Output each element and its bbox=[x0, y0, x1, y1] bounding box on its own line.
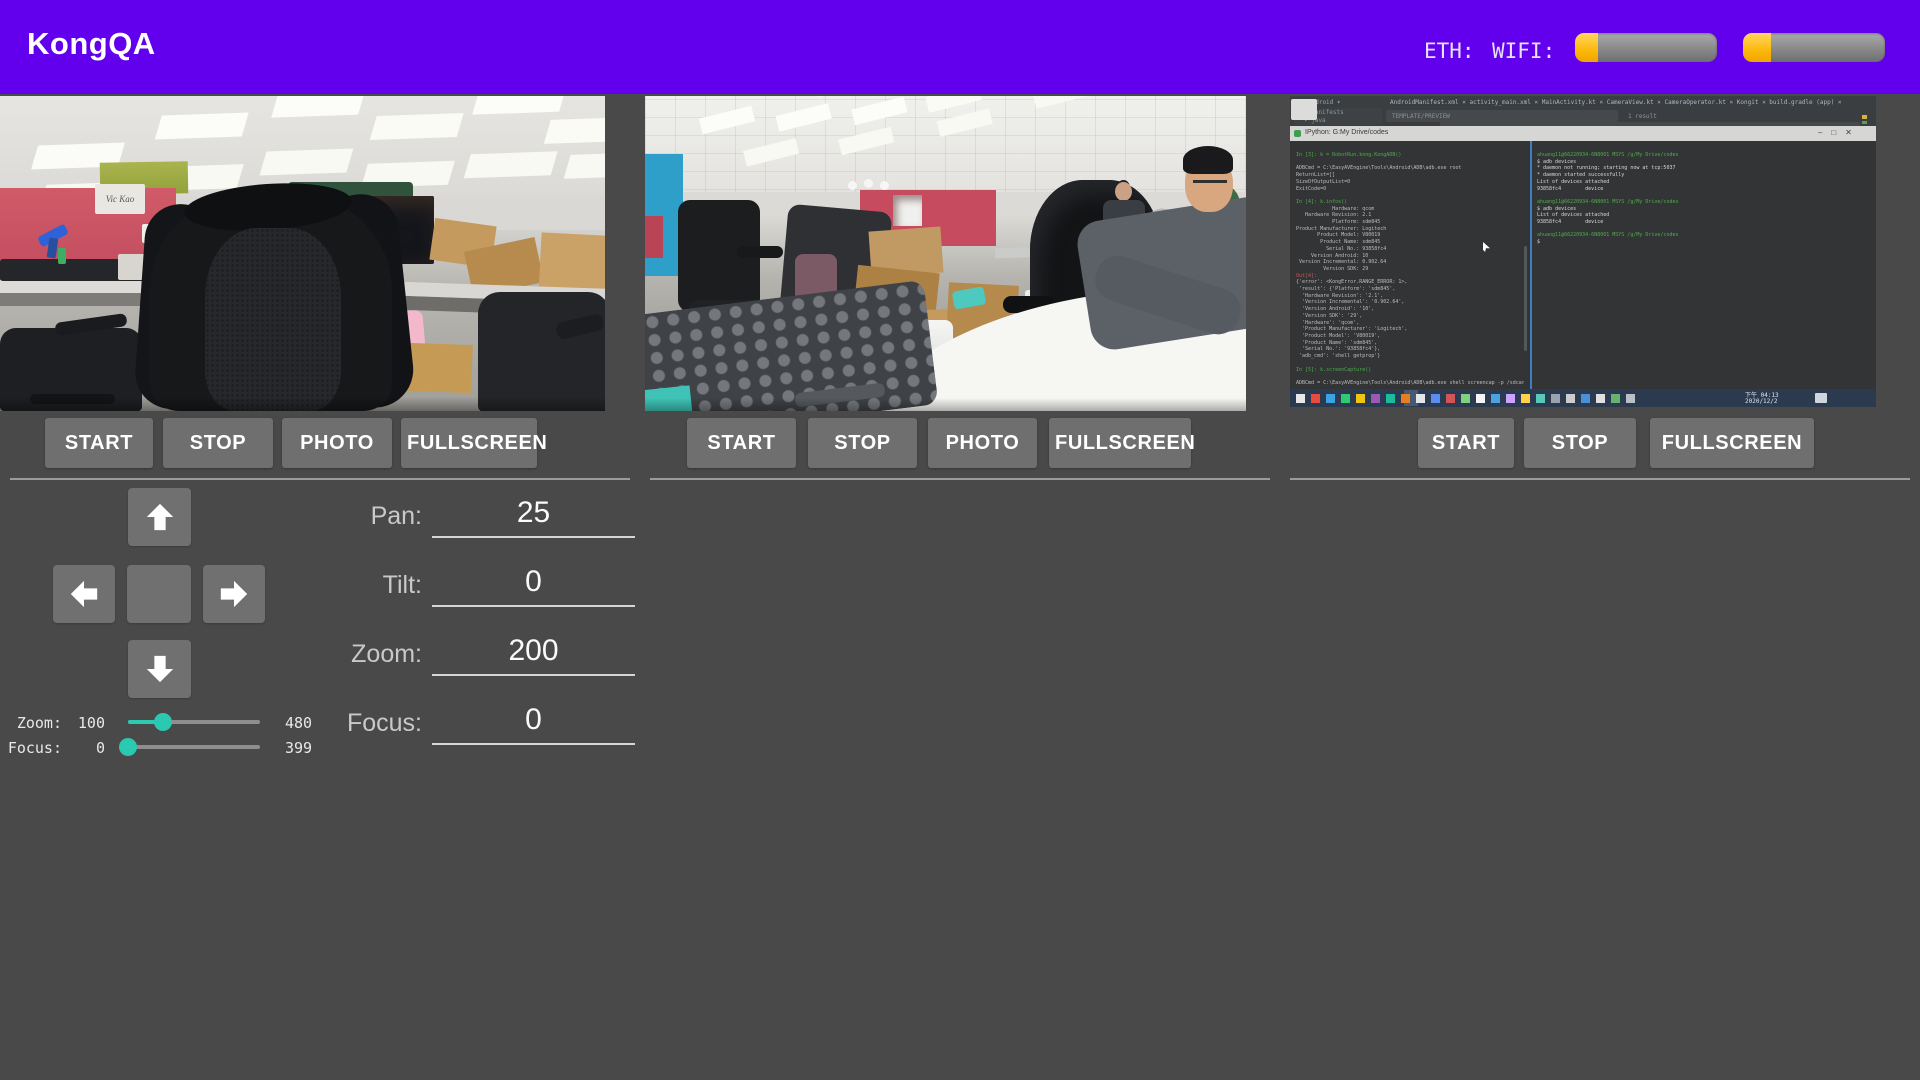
tilt-field-label: Tilt: bbox=[242, 571, 422, 600]
tilt-field-value[interactable]: 0 bbox=[432, 565, 635, 599]
camera1-fullscreen-button[interactable]: FULLSCREEN bbox=[401, 418, 537, 468]
arrow-left-icon bbox=[68, 578, 100, 610]
windows-taskbar bbox=[1290, 389, 1876, 407]
camera3-fullscreen-button[interactable]: FULLSCREEN bbox=[1650, 418, 1814, 468]
wall-clocks bbox=[848, 181, 857, 190]
taskbar-highlight bbox=[1404, 390, 1418, 406]
window-control-buttons: – □ ✕ bbox=[1818, 128, 1852, 137]
focus-slider-track[interactable] bbox=[128, 745, 260, 749]
camera2-stop-button[interactable]: STOP bbox=[808, 418, 917, 468]
taskbar-clock-date: 2020/12/2 bbox=[1745, 398, 1778, 405]
marker-yellow bbox=[1862, 115, 1867, 119]
pan-left-button[interactable] bbox=[53, 565, 115, 623]
zoom-field-underline[interactable] bbox=[432, 674, 635, 676]
poster bbox=[893, 195, 922, 226]
pan-up-button[interactable] bbox=[128, 488, 191, 546]
person-far-head bbox=[1115, 182, 1132, 201]
console-split-divider bbox=[1530, 141, 1532, 389]
focus-slider-thumb[interactable] bbox=[119, 738, 137, 756]
zoom-slider-label: Zoom: bbox=[0, 714, 62, 732]
search-result-count: 1 result bbox=[1628, 113, 1657, 120]
bottom-vignette bbox=[0, 397, 605, 411]
console-scrollbar bbox=[1524, 246, 1527, 351]
console-left-output: In [3]: k = RobotRun.kong.KongADB() ADBC… bbox=[1296, 152, 1524, 386]
wifi-label: WIFI: bbox=[1492, 39, 1555, 63]
eth-label: ETH: bbox=[1424, 39, 1475, 63]
bottom-vignette bbox=[645, 398, 1246, 411]
camera1-start-button[interactable]: START bbox=[45, 418, 153, 468]
right-chair bbox=[478, 292, 605, 411]
zoom-slider-thumb[interactable] bbox=[154, 713, 172, 731]
chair-mesh-back bbox=[205, 228, 341, 411]
zoom-slider-min: 100 bbox=[70, 714, 105, 732]
pan-center-button[interactable] bbox=[127, 565, 191, 623]
taskbar-icons bbox=[1296, 394, 1305, 403]
focus-slider-max: 399 bbox=[285, 739, 312, 757]
green-bottle bbox=[58, 248, 66, 264]
white-popup bbox=[1291, 99, 1317, 120]
python-icon bbox=[1294, 130, 1301, 137]
camera-2-feed bbox=[645, 96, 1246, 411]
console-right-output: ahuang11@66220934-6N8001 MSYS /g/My Driv… bbox=[1537, 152, 1869, 386]
pan-down-button[interactable] bbox=[128, 640, 191, 698]
panel3-divider bbox=[1290, 478, 1910, 480]
focus-slider-label: Focus: bbox=[0, 739, 62, 757]
console-window-title: IPython: G:My Drive/codes bbox=[1305, 129, 1388, 136]
tray-icon bbox=[1815, 393, 1827, 403]
zoom-field-label: Zoom: bbox=[242, 640, 422, 669]
focus-field-value[interactable]: 0 bbox=[432, 703, 635, 737]
zoom-slider[interactable] bbox=[128, 713, 260, 731]
panel1-divider bbox=[10, 478, 630, 480]
focus-field-label: Focus: bbox=[242, 709, 422, 738]
app-title: KongQA bbox=[27, 26, 156, 62]
camera1-stop-button[interactable]: STOP bbox=[163, 418, 273, 468]
eth-progress-bar bbox=[1575, 33, 1717, 62]
pan-field-value[interactable]: 25 bbox=[432, 496, 635, 530]
eth-progress-fill bbox=[1575, 33, 1598, 62]
camera-3-feed: Android ▾ AndroidManifest.xml × activity… bbox=[1290, 96, 1876, 407]
camera1-photo-button[interactable]: PHOTO bbox=[282, 418, 392, 468]
panel2-divider bbox=[650, 478, 1270, 480]
red-wall-left bbox=[645, 216, 663, 258]
wifi-progress-bar bbox=[1743, 33, 1885, 62]
app-header: KongQA ETH: WIFI: bbox=[0, 0, 1920, 94]
focus-field-underline[interactable] bbox=[432, 743, 635, 745]
camera2-photo-button[interactable]: PHOTO bbox=[928, 418, 1037, 468]
search-field-text: TEMPLATE/PREVIEW bbox=[1392, 113, 1450, 120]
arrow-down-icon bbox=[144, 653, 176, 685]
ide-mode-selector: Android ▾ bbox=[1308, 99, 1368, 106]
lower-box bbox=[407, 343, 473, 393]
camera2-fullscreen-button[interactable]: FULLSCREEN bbox=[1049, 418, 1191, 468]
sign-text: Vic Kao bbox=[106, 194, 135, 204]
chair-a-arm bbox=[737, 246, 783, 258]
focus-slider-min: 0 bbox=[70, 739, 105, 757]
pan-field-label: Pan: bbox=[242, 502, 422, 531]
ide-editor-tabs: AndroidManifest.xml × activity_main.xml … bbox=[1390, 99, 1860, 106]
pan-field-underline[interactable] bbox=[432, 536, 635, 538]
camera3-stop-button[interactable]: STOP bbox=[1524, 418, 1636, 468]
name-sign: Vic Kao bbox=[95, 184, 145, 214]
camera-1-feed: Vic Kao bbox=[0, 96, 605, 411]
arrow-up-icon bbox=[144, 501, 176, 533]
person-hair bbox=[1183, 146, 1233, 174]
wifi-progress-fill bbox=[1743, 33, 1771, 62]
focus-slider[interactable] bbox=[128, 738, 260, 756]
tilt-field-underline[interactable] bbox=[432, 605, 635, 607]
person-glasses bbox=[1193, 180, 1227, 183]
camera2-start-button[interactable]: START bbox=[687, 418, 796, 468]
camera3-start-button[interactable]: START bbox=[1418, 418, 1514, 468]
kongqa-app: KongQA ETH: WIFI: Vic Kao bbox=[0, 0, 1920, 1080]
marker-green bbox=[1862, 121, 1867, 124]
zoom-field-value[interactable]: 200 bbox=[432, 634, 635, 668]
